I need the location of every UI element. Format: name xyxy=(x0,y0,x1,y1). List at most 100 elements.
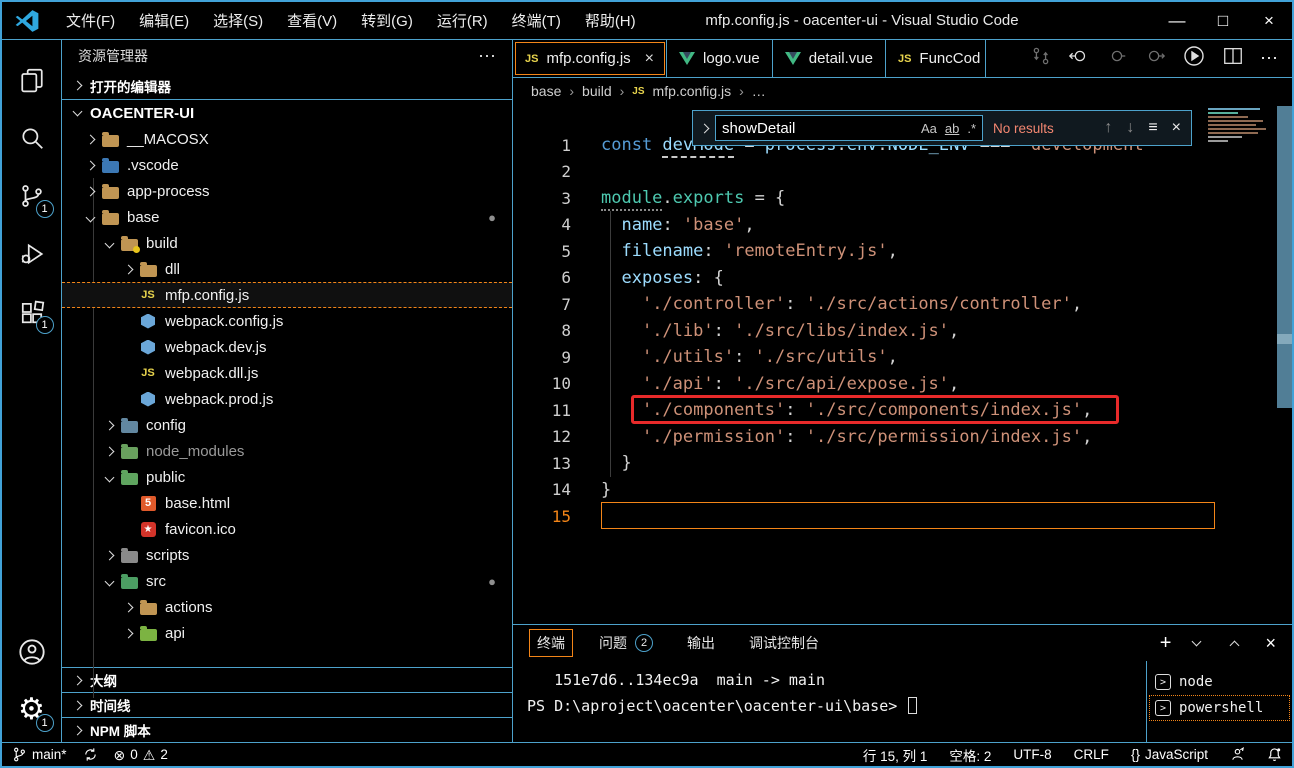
indentation-item[interactable]: 空格: 2 xyxy=(949,745,991,765)
tree-item-dll[interactable]: dll xyxy=(62,256,512,282)
minimize-button[interactable]: — xyxy=(1154,2,1200,39)
step-over-icon[interactable] xyxy=(1144,45,1166,72)
tree-item-actions[interactable]: actions xyxy=(62,594,512,620)
notifications-bell-icon[interactable] xyxy=(1267,747,1282,762)
tab-debug-console[interactable]: 调试控制台 xyxy=(741,629,827,657)
line-number[interactable]: 3 xyxy=(513,189,601,208)
line-number[interactable]: 6 xyxy=(513,268,601,287)
menu-item[interactable]: 转到(G) xyxy=(349,2,425,39)
step-back-icon[interactable] xyxy=(1068,45,1090,72)
line-number[interactable]: 11 xyxy=(513,401,601,420)
tree-item-app-process[interactable]: app-process xyxy=(62,178,512,204)
menu-item[interactable]: 选择(S) xyxy=(201,2,275,39)
line-number[interactable]: 8 xyxy=(513,321,601,340)
tree-item--vscode[interactable]: .vscode xyxy=(62,152,512,178)
line-number[interactable]: 9 xyxy=(513,348,601,367)
menu-item[interactable]: 查看(V) xyxy=(275,2,349,39)
tab-output[interactable]: 输出 xyxy=(679,629,723,657)
tree-item-webpack-config-js[interactable]: webpack.config.js xyxy=(62,308,512,334)
line-number[interactable]: 15 xyxy=(513,507,601,526)
reverse-continue-icon[interactable] xyxy=(1106,45,1128,72)
menu-item[interactable]: 文件(F) xyxy=(54,2,127,39)
problems-item[interactable]: ⊗ 0 ⚠ 2 xyxy=(114,747,168,762)
extensions-icon[interactable]: 1 xyxy=(8,286,56,338)
terminal-dropdown-icon[interactable] xyxy=(1192,637,1202,647)
git-branch-item[interactable]: main* xyxy=(12,747,67,762)
close-find-icon[interactable]: × xyxy=(1172,119,1181,137)
line-number[interactable]: 5 xyxy=(513,242,601,261)
sync-changes-item[interactable] xyxy=(83,747,98,762)
line-number[interactable]: 4 xyxy=(513,215,601,234)
maximize-panel-icon[interactable] xyxy=(1230,640,1240,650)
encoding-item[interactable]: UTF-8 xyxy=(1013,747,1051,762)
tree-item-mfp-config-js[interactable]: JSmfp.config.js xyxy=(62,282,512,308)
line-number[interactable]: 2 xyxy=(513,162,601,181)
sidebar-more-icon[interactable]: ⋯ xyxy=(478,46,496,67)
tab-close-icon[interactable]: × xyxy=(645,50,654,68)
breadcrumb-item[interactable]: … xyxy=(752,83,766,99)
run-debug-circle-icon[interactable] xyxy=(1182,44,1206,73)
tree-item-webpack-prod-js[interactable]: webpack.prod.js xyxy=(62,386,512,412)
match-case-icon[interactable]: Aa xyxy=(921,121,937,136)
account-icon[interactable] xyxy=(8,626,56,678)
npm-scripts-section[interactable]: NPM 脚本 xyxy=(62,717,512,742)
find-in-selection-icon[interactable]: ≡ xyxy=(1148,119,1157,137)
line-number[interactable]: 1 xyxy=(513,136,601,155)
breadcrumb-item[interactable]: base xyxy=(531,83,561,99)
terminal-instance-powershell[interactable]: >powershell xyxy=(1149,695,1290,721)
maximize-button[interactable]: □ xyxy=(1200,2,1246,39)
tree-item-webpack-dll-js[interactable]: JSwebpack.dll.js xyxy=(62,360,512,386)
new-terminal-icon[interactable]: + xyxy=(1160,633,1172,653)
open-editors-section[interactable]: 打开的编辑器 xyxy=(62,72,512,100)
tree-item-public[interactable]: public xyxy=(62,464,512,490)
line-number[interactable]: 7 xyxy=(513,295,601,314)
language-mode-item[interactable]: {}JavaScript xyxy=(1131,747,1208,762)
close-button[interactable]: × xyxy=(1246,2,1292,39)
menu-item[interactable]: 终端(T) xyxy=(500,2,573,39)
tree-item-base[interactable]: base● xyxy=(62,204,512,230)
tree-item-api[interactable]: api xyxy=(62,620,512,646)
eol-item[interactable]: CRLF xyxy=(1074,747,1109,762)
terminal-output[interactable]: 151e7d6..134ec9a main -> mainPS D:\aproj… xyxy=(513,661,1146,742)
tree-item--macosx[interactable]: __MACOSX xyxy=(62,126,512,152)
tab-mfp-config[interactable]: JS mfp.config.js × xyxy=(513,40,667,77)
breadcrumb-item[interactable]: build xyxy=(582,83,612,99)
regex-icon[interactable]: .* xyxy=(967,121,976,136)
find-query-text[interactable]: showDetail xyxy=(722,120,913,137)
workspace-root[interactable]: OACENTER-UI xyxy=(62,100,512,126)
line-number[interactable]: 12 xyxy=(513,427,601,446)
find-expand-icon[interactable] xyxy=(693,125,715,132)
vertical-scrollbar[interactable] xyxy=(1277,106,1292,408)
tree-item-node-modules[interactable]: node_modules xyxy=(62,438,512,464)
next-match-icon[interactable]: ↓ xyxy=(1126,119,1134,137)
whole-word-icon[interactable]: ab xyxy=(945,121,959,136)
more-actions-icon[interactable]: ⋯ xyxy=(1260,48,1278,69)
settings-gear-icon[interactable]: ⚙ 1 xyxy=(8,684,56,736)
tab-funccod[interactable]: JS FuncCod xyxy=(886,40,986,77)
minimap[interactable] xyxy=(1206,106,1270,146)
tree-item-scripts[interactable]: scripts xyxy=(62,542,512,568)
run-debug-icon[interactable] xyxy=(8,228,56,280)
find-input[interactable]: showDetail Aa ab .* xyxy=(715,115,983,141)
compare-changes-icon[interactable] xyxy=(1030,45,1052,72)
source-control-icon[interactable]: 1 xyxy=(8,170,56,222)
timeline-section[interactable]: 时间线 xyxy=(62,692,512,717)
code-editor[interactable]: 1const devMode = process.env.NODE_ENV ==… xyxy=(513,104,1292,624)
previous-match-icon[interactable]: ↑ xyxy=(1104,119,1112,137)
tab-logo-vue[interactable]: logo.vue xyxy=(667,40,773,77)
tree-item-build[interactable]: build xyxy=(62,230,512,256)
tree-item-favicon-ico[interactable]: ★favicon.ico xyxy=(62,516,512,542)
tree-item-config[interactable]: config xyxy=(62,412,512,438)
line-number[interactable]: 10 xyxy=(513,374,601,393)
line-number[interactable]: 14 xyxy=(513,480,601,499)
split-editor-icon[interactable] xyxy=(1222,45,1244,72)
outline-section[interactable]: 大纲 xyxy=(62,667,512,692)
tab-detail-vue[interactable]: detail.vue xyxy=(773,40,886,77)
tab-problems[interactable]: 问题 2 xyxy=(591,629,661,657)
tree-item-src[interactable]: src● xyxy=(62,568,512,594)
tree-item-base-html[interactable]: 5base.html xyxy=(62,490,512,516)
tree-item-webpack-dev-js[interactable]: webpack.dev.js xyxy=(62,334,512,360)
explorer-icon[interactable] xyxy=(8,54,56,106)
menu-item[interactable]: 运行(R) xyxy=(425,2,500,39)
menu-item[interactable]: 编辑(E) xyxy=(127,2,201,39)
